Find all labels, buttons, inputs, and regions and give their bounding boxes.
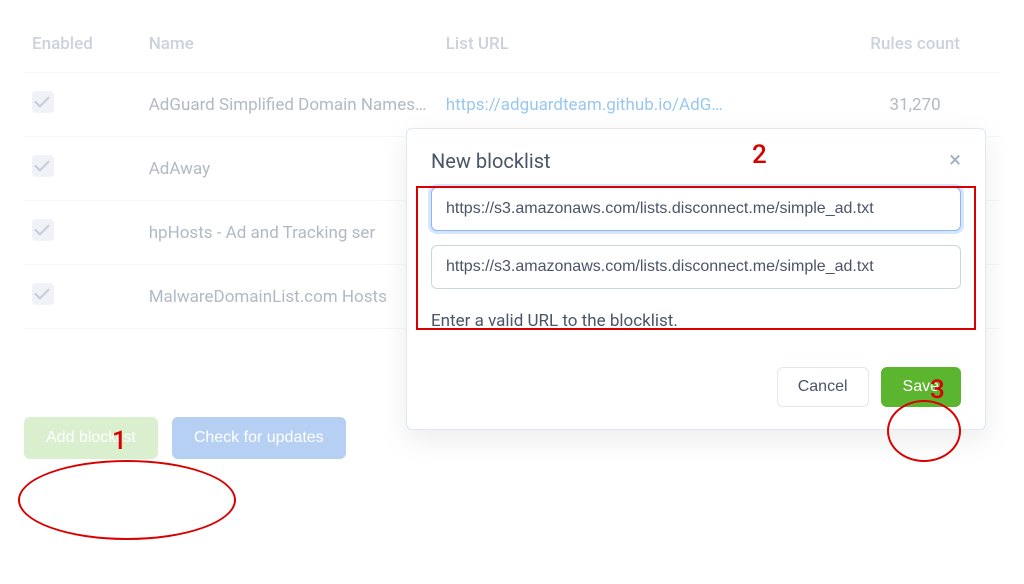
blocklist-name-input[interactable] — [431, 187, 961, 231]
blocklist-url-input[interactable] — [431, 245, 961, 289]
col-header-enabled: Enabled — [24, 24, 141, 73]
save-button[interactable]: Save — [881, 367, 961, 407]
cancel-button[interactable]: Cancel — [777, 367, 869, 407]
enabled-checkbox[interactable] — [32, 155, 54, 177]
enabled-checkbox[interactable] — [32, 219, 54, 241]
row-url[interactable]: https://adguardteam.github.io/AdG… — [438, 73, 831, 137]
row-name: AdAway — [141, 137, 438, 201]
close-icon[interactable]: × — [949, 150, 961, 172]
col-header-rules: Rules count — [830, 24, 1000, 73]
col-header-url: List URL — [438, 24, 831, 73]
modal-title: New blocklist — [431, 149, 551, 173]
col-header-name: Name — [141, 24, 438, 73]
check-for-updates-button[interactable]: Check for updates — [172, 417, 346, 459]
row-name: hpHosts - Ad and Tracking ser — [141, 201, 438, 265]
row-rules: 31,270 — [830, 73, 1000, 137]
enabled-checkbox[interactable] — [32, 283, 54, 305]
enabled-checkbox[interactable] — [32, 91, 54, 113]
modal-helper-text: Enter a valid URL to the blocklist. — [431, 303, 961, 331]
new-blocklist-modal: New blocklist × Enter a valid URL to the… — [406, 128, 986, 430]
row-name: MalwareDomainList.com Hosts — [141, 265, 438, 329]
row-name: AdGuard Simplified Domain Names… — [141, 73, 438, 137]
add-blocklist-button[interactable]: Add blocklist — [24, 417, 158, 459]
table-row: AdGuard Simplified Domain Names… https:/… — [24, 73, 1000, 137]
